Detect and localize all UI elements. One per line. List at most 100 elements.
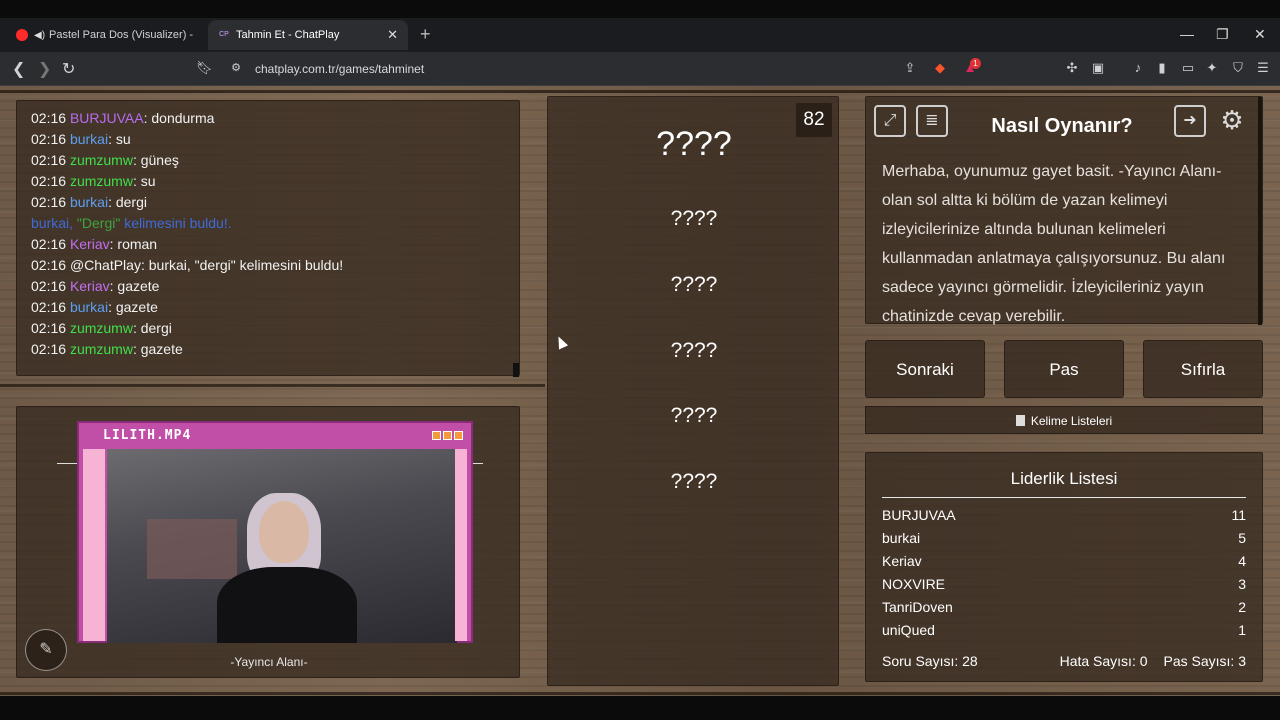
chat-time: 02:16 xyxy=(31,257,67,273)
chat-system-message: burkai, "Dergi" kelimesini buldu!. xyxy=(31,213,505,234)
chat-message: 02:16 zumzumw: su xyxy=(31,171,505,192)
menu-icon[interactable]: ☰ xyxy=(1255,60,1271,76)
browser-tab-bar: ◀) Pastel Para Dos (Visualizer) - YouT C… xyxy=(0,18,1280,52)
found-word: "Dergi" xyxy=(76,215,121,231)
player-border xyxy=(455,449,467,641)
words-panel: 82 ???? ???? ???? ???? ???? ???? xyxy=(547,96,839,686)
chat-text: : gazete xyxy=(109,278,160,294)
player-window-buttons xyxy=(432,431,463,440)
chat-message: 02:16 burkai: su xyxy=(31,129,505,150)
chat-text: : güneş xyxy=(132,152,179,168)
music-icon[interactable]: ♪ xyxy=(1130,60,1146,76)
speaker-icon: ◀) xyxy=(34,29,46,41)
chat-time: 02:16 xyxy=(31,278,67,294)
youtube-icon xyxy=(16,29,28,41)
leo-icon[interactable]: ✦ xyxy=(1204,60,1220,76)
bookmark-icon[interactable]: 🔖︎ xyxy=(196,60,213,76)
url-field[interactable]: chatplay.com.tr/games/tahminet xyxy=(255,62,424,76)
chat-message: 02:16 burkai: dergi xyxy=(31,192,505,213)
extensions-icon[interactable]: ✣ xyxy=(1064,60,1080,76)
chat-time: 02:16 xyxy=(31,131,67,147)
brave-shield-icon[interactable]: ◆ xyxy=(932,60,948,76)
close-tab-icon[interactable]: ✕ xyxy=(387,27,398,43)
system-text: kelimesini buldu!. xyxy=(120,215,232,231)
chat-text: : gazete xyxy=(108,299,158,315)
site-settings-icon[interactable]: ⚙︎ xyxy=(228,60,244,76)
chat-user: Keriav xyxy=(69,236,110,252)
game-page: 02:16 BURJUVAA: dondurma 02:16 burkai: s… xyxy=(0,86,1280,696)
chat-user: burkai xyxy=(69,131,109,147)
chat-message: 02:16 Keriav: roman xyxy=(31,234,505,255)
chat-user: burkai xyxy=(69,194,109,210)
maximize-icon xyxy=(443,431,452,440)
chat-message: 02:16 Keriav: gazete xyxy=(31,276,505,297)
logout-icon[interactable]: ➜ xyxy=(1174,105,1206,137)
chat-text: : dondurma xyxy=(143,110,215,126)
screenshot-icon[interactable]: ▣ xyxy=(1090,60,1106,76)
chat-message: 02:16 zumzumw: gazete xyxy=(31,339,505,360)
chat-time: 02:16 xyxy=(31,194,67,210)
divider-line xyxy=(473,463,483,464)
leaderboard-panel: Liderlik Listesi BURJUVAA 11 burkai 5 Keri… xyxy=(865,452,1263,682)
close-window-icon[interactable]: ✕ xyxy=(1254,26,1266,43)
chat-time: 02:16 xyxy=(31,341,67,357)
how-to-play-text: Merhaba, oyunumuz gayet basit. -Yayıncı … xyxy=(882,163,1226,325)
player-name: Keriav xyxy=(882,553,922,569)
browser-tab-youtube[interactable]: ◀) Pastel Para Dos (Visualizer) - YouT xyxy=(6,20,206,50)
chatplay-icon: CP xyxy=(218,29,230,41)
streamer-face xyxy=(259,501,309,563)
leaderboard-row: Keriav 4 xyxy=(882,550,1246,573)
chat-text: : gazete xyxy=(132,341,183,357)
settings-gear-icon[interactable]: ⚙ xyxy=(1216,105,1248,137)
browser-tab-chatplay[interactable]: CP Tahmin Et - ChatPlay ✕ xyxy=(208,20,408,50)
forbidden-word: ???? xyxy=(670,470,718,493)
player-name: uniQued xyxy=(882,622,935,638)
player-score: 11 xyxy=(1231,507,1246,523)
question-count: Soru Sayısı: 28 xyxy=(882,653,978,669)
vpn-icon[interactable]: ⛉ xyxy=(1230,60,1246,76)
webcam-video xyxy=(107,449,457,643)
wood-seam xyxy=(0,692,1280,695)
minimize-icon[interactable]: — xyxy=(1180,26,1194,42)
streamer-area-panel: LILITH.MP4 ✎ -Yayıncı Alanı- xyxy=(16,406,520,678)
chat-user: zumzumw xyxy=(69,320,133,336)
divider-line xyxy=(57,463,77,464)
wallet-icon[interactable]: ▭ xyxy=(1180,60,1196,76)
leaderboard-title: Liderlik Listesi xyxy=(882,469,1246,498)
main-word: ???? xyxy=(656,125,732,163)
player-border xyxy=(83,449,105,641)
chat-time: 02:16 xyxy=(31,110,67,126)
chat-message: 02:16 burkai: gazete xyxy=(31,297,505,318)
word-lists-button[interactable]: Kelime Listeleri xyxy=(865,406,1263,434)
wood-seam xyxy=(0,90,1280,93)
leaderboard-row: burkai 5 xyxy=(882,527,1246,550)
share-icon[interactable]: ⇪ xyxy=(902,60,918,76)
forward-icon[interactable]: ❯ xyxy=(38,59,51,79)
forbidden-word: ???? xyxy=(670,273,718,296)
chat-scrollbar[interactable] xyxy=(513,363,519,377)
player-name: burkai xyxy=(882,530,921,546)
leaderboard-row: TanriDoven 2 xyxy=(882,596,1246,619)
scrollbar[interactable] xyxy=(1258,97,1262,325)
sidebar-icon[interactable]: ▮ xyxy=(1154,60,1170,76)
new-tab-icon[interactable]: + xyxy=(420,24,431,45)
wood-seam xyxy=(0,384,545,387)
error-count: Hata Sayısı: 0 xyxy=(1059,653,1148,669)
streamer-body xyxy=(217,567,357,643)
reload-icon[interactable]: ↻ xyxy=(62,59,75,79)
chat-time: 02:16 xyxy=(31,236,67,252)
chat-message: 02:16 @ChatPlay: burkai, "dergi" kelimes… xyxy=(31,255,505,276)
tab-title: Pastel Para Dos (Visualizer) - YouT xyxy=(49,29,196,41)
back-icon[interactable]: ❮ xyxy=(12,59,25,79)
restore-icon[interactable]: ❐ xyxy=(1216,26,1229,43)
reset-button[interactable]: Sıfırla xyxy=(1143,340,1263,398)
next-button[interactable]: Sonraki xyxy=(865,340,985,398)
forbidden-word: ???? xyxy=(670,339,718,362)
pass-count: Pas Sayısı: 3 xyxy=(1163,653,1246,669)
pass-button[interactable]: Pas xyxy=(1004,340,1124,398)
chat-user: @ChatPlay xyxy=(69,257,141,273)
minimize-icon xyxy=(432,431,441,440)
chat-time: 02:16 xyxy=(31,173,67,189)
player-name: NOXVIRE xyxy=(882,576,946,592)
player-score: 2 xyxy=(1238,599,1246,615)
